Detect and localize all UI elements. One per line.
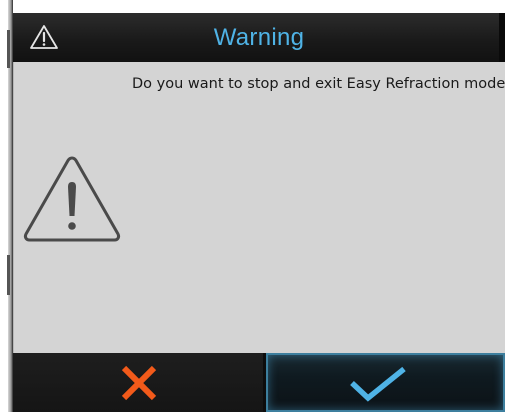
warning-icon <box>23 156 121 242</box>
confirm-button[interactable] <box>266 353 505 412</box>
screen: Warning Do you want to stop and exit Eas… <box>0 0 505 412</box>
titlebar-frame <box>499 13 505 62</box>
dialog-titlebar: Warning <box>13 0 505 62</box>
checkmark-icon <box>350 366 406 402</box>
close-icon <box>121 365 157 401</box>
edge-notch <box>7 30 10 68</box>
cancel-button[interactable] <box>13 353 263 412</box>
dialog-body: Do you want to stop and exit Easy Refrac… <box>13 62 505 353</box>
dialog-title: Warning <box>213 24 305 51</box>
edge-notch <box>7 255 10 295</box>
dialog-message: Do you want to stop and exit Easy Refrac… <box>132 76 505 92</box>
warning-dialog: Warning Do you want to stop and exit Eas… <box>13 0 505 412</box>
dialog-footer <box>13 353 505 412</box>
